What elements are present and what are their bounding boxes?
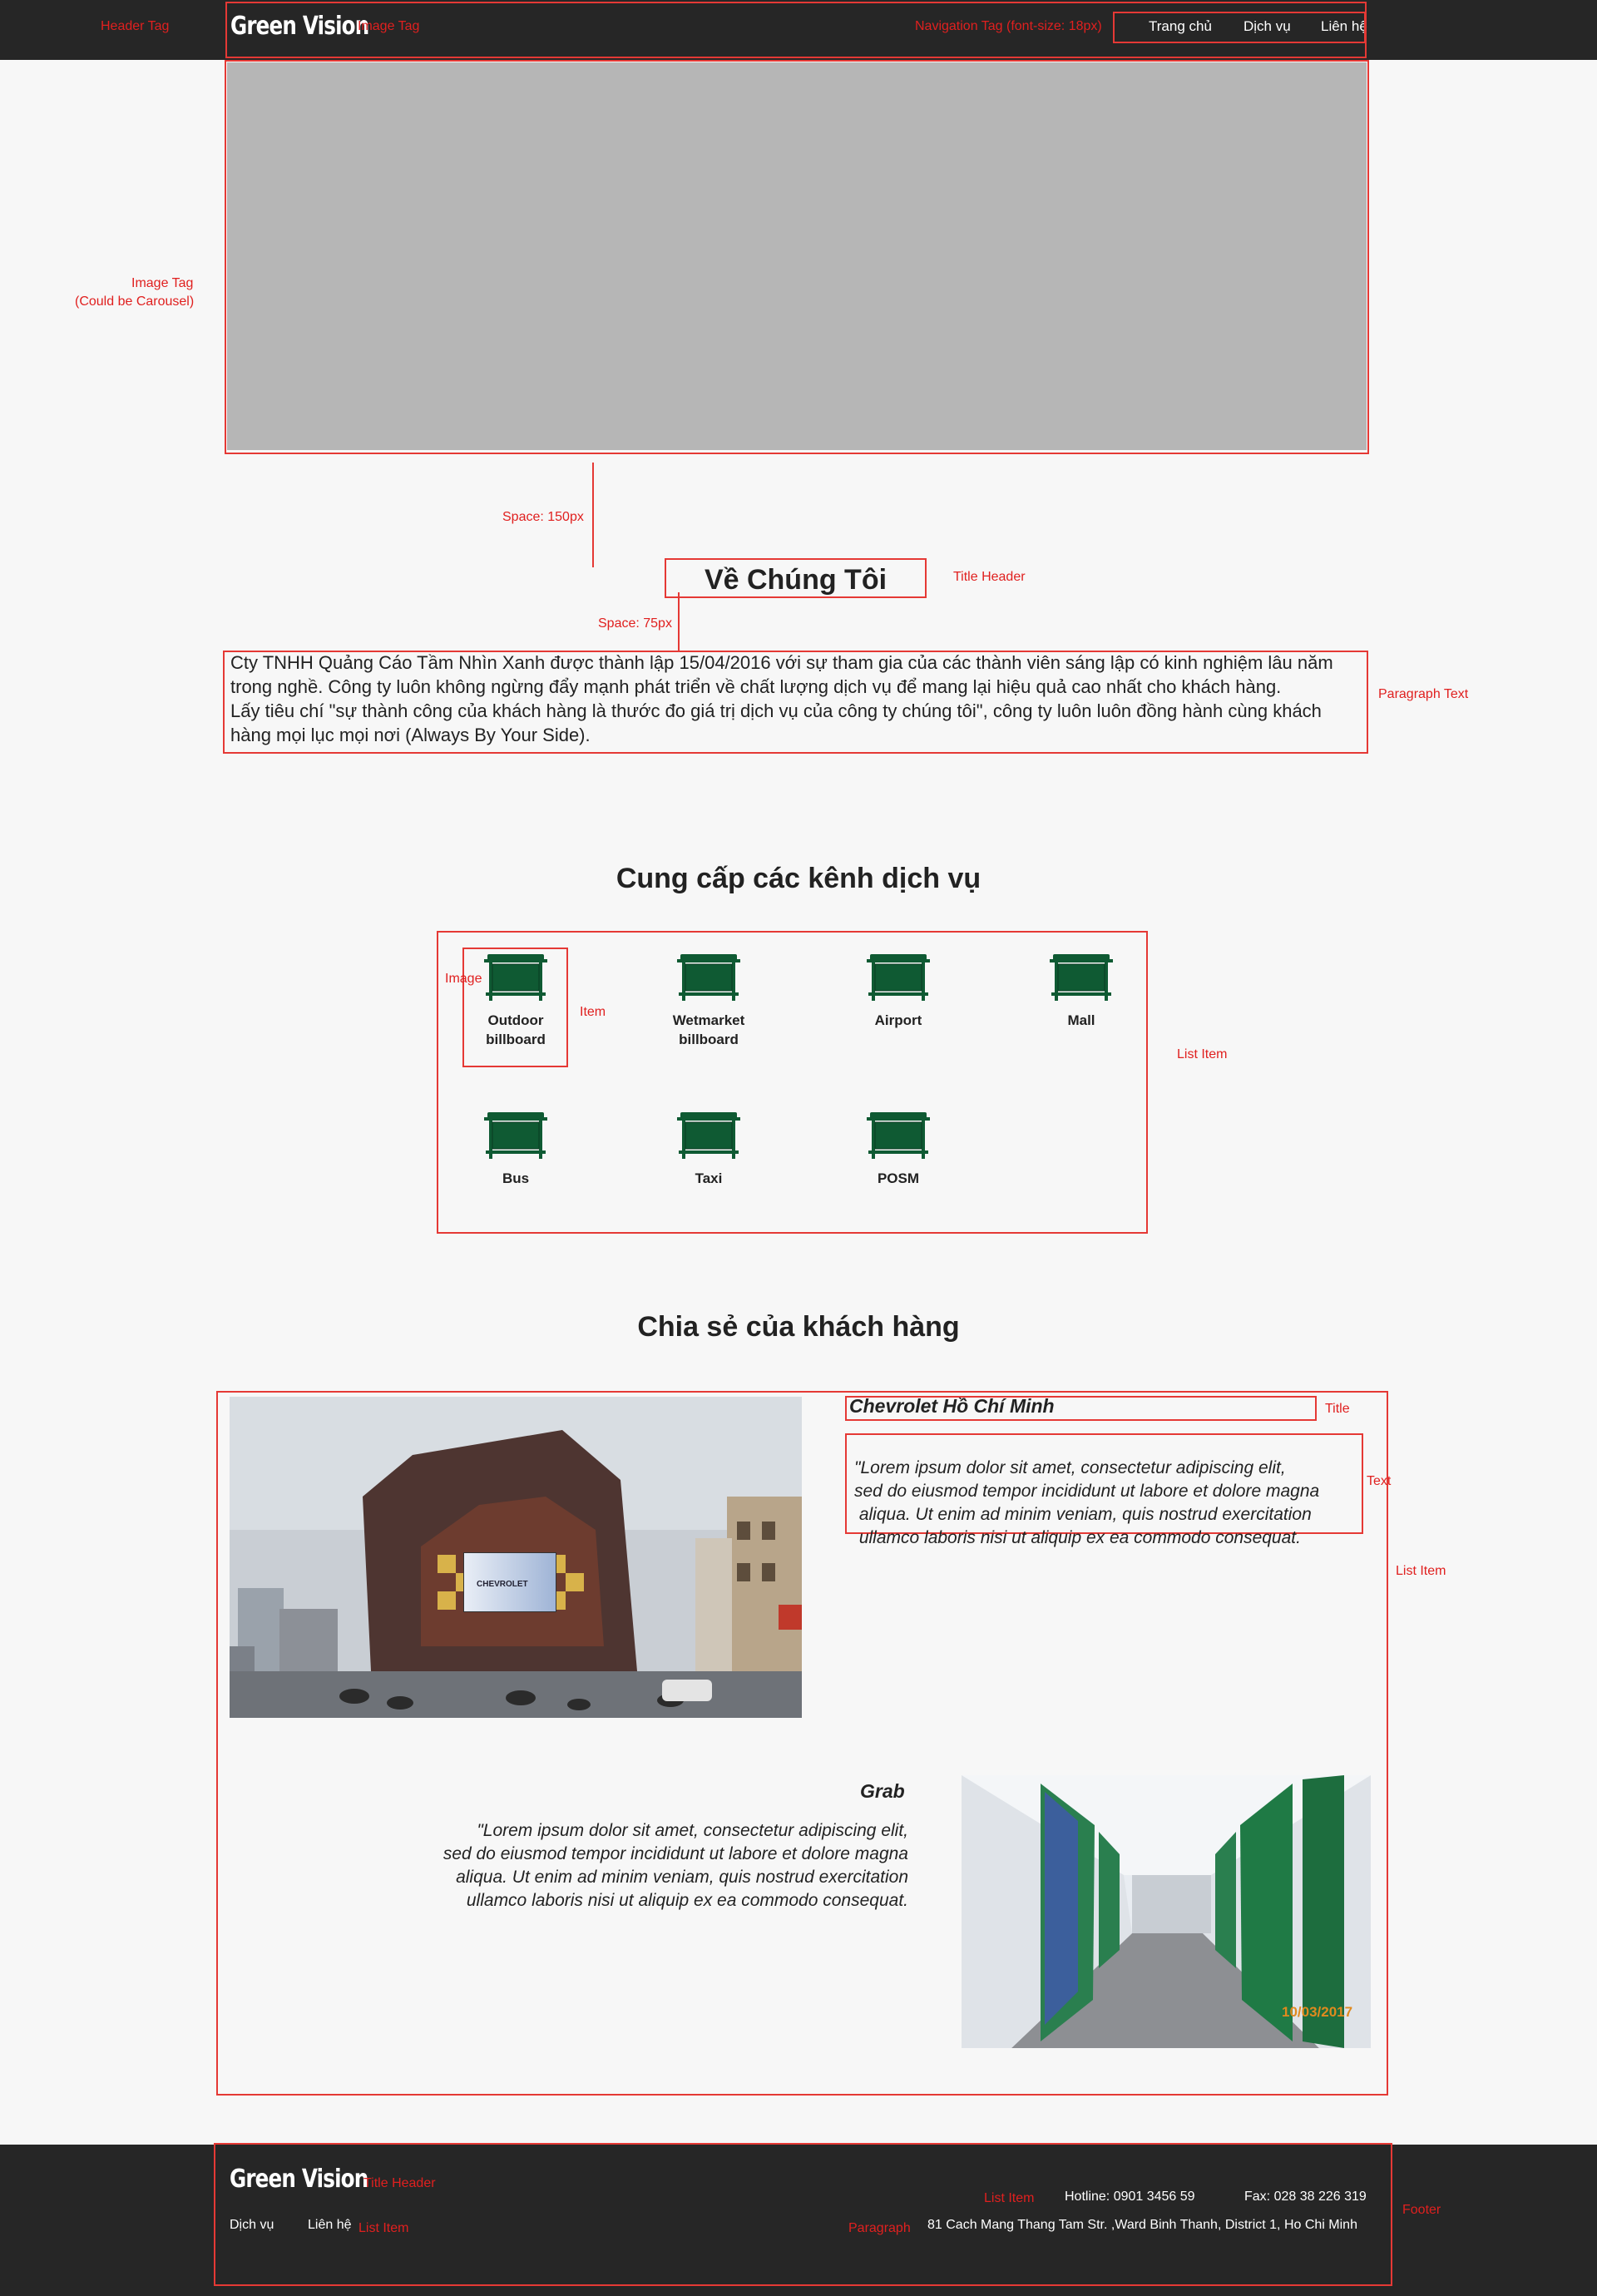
testimonial-text-line: sed do eiusmod tempor incididunt ut labo…	[854, 1482, 1320, 1501]
billboard-icon	[867, 1112, 930, 1159]
annotation-title-header: Title Header	[953, 570, 1026, 584]
annotation-paragraph-text: Paragraph Text	[1378, 687, 1469, 701]
annotation-footer-paragraph: Paragraph	[848, 2221, 911, 2235]
testimonial-text-line: ullamco laboris nisi ut aliquip ex ea co…	[466, 1891, 908, 1910]
annotation-footer-list-item-right: List Item	[984, 2191, 1035, 2205]
annotation-space-150: Space: 150px	[502, 510, 584, 524]
testimonial-image-grab: 10/03/2017	[962, 1775, 1371, 2048]
billboard-icon	[484, 954, 547, 1001]
billboard-icon	[677, 1112, 740, 1159]
service-item-label-line1: Wetmarket	[672, 1012, 745, 1028]
grab-image-date: 10/03/2017	[1282, 2004, 1352, 2020]
testimonial-title-grab: Grab	[860, 1780, 905, 1802]
service-item[interactable]: Mall	[1023, 951, 1140, 1030]
annotation-list-item: List Item	[1177, 1047, 1228, 1061]
service-item-label: Bus	[457, 1169, 574, 1188]
annotation-text: Text	[1367, 1474, 1392, 1488]
annotation-footer-list-item-left: List Item	[358, 2221, 409, 2235]
service-item-label: Taxi	[650, 1169, 767, 1188]
service-item-label-line1: Mall	[1067, 1012, 1095, 1028]
testimonial-text-line: aliqua. Ut enim ad minim veniam, quis no…	[854, 1505, 1312, 1524]
testimonial-title-chevrolet: Chevrolet Hồ Chí Minh	[849, 1395, 1055, 1417]
service-item-label: Outdoor billboard	[457, 1011, 574, 1049]
annotation-title: Title	[1325, 1402, 1350, 1416]
testimonial-text-line: "Lorem ipsum dolor sit amet, consectetur…	[854, 1458, 1286, 1477]
service-item-label: POSM	[840, 1169, 957, 1188]
service-item[interactable]: Airport	[840, 951, 957, 1030]
service-item-label-line2: billboard	[486, 1032, 546, 1047]
service-item-label: Mall	[1023, 1011, 1140, 1030]
billboard-icon	[484, 1112, 547, 1159]
service-item-label-line1: Airport	[874, 1012, 922, 1028]
annotation-hero-carousel: (Could be Carousel)	[75, 294, 195, 309]
testimonial-text-line: sed do eiusmod tempor incididunt ut labo…	[443, 1844, 908, 1863]
testimonial-text-grab: "Lorem ipsum dolor sit amet, consectetur…	[399, 1819, 908, 1913]
testimonial-image-chevrolet: CHEVROLET	[230, 1397, 802, 1718]
footer-outline	[214, 2143, 1392, 2286]
hero-outline	[225, 60, 1369, 454]
spacing-line-150	[592, 463, 594, 567]
testimonial-text-line: "Lorem ipsum dolor sit amet, consectetur…	[477, 1821, 908, 1840]
annotation-item: Item	[580, 1005, 606, 1019]
testimonial-text-line: aliqua. Ut enim ad minim veniam, quis no…	[456, 1868, 908, 1887]
spacing-line-75	[678, 592, 680, 652]
testimonials-title: Chia sẻ của khách hàng	[637, 1311, 960, 1343]
chevrolet-billboard-label: CHEVROLET	[477, 1580, 528, 1589]
service-item[interactable]: Bus	[457, 1109, 574, 1188]
billboard-icon	[677, 954, 740, 1001]
billboard-icon	[1050, 954, 1113, 1001]
about-paragraph-outline	[223, 651, 1368, 754]
testimonial-text-line: ullamco laboris nisi ut aliquip ex ea co…	[854, 1528, 1301, 1547]
service-item-label-line1: Taxi	[695, 1170, 723, 1186]
annotation-space-75: Space: 75px	[598, 616, 672, 631]
annotation-footer-title-header: Title Header	[363, 2176, 436, 2190]
testimonial-text-chevrolet: "Lorem ipsum dolor sit amet, consectetur…	[854, 1433, 1319, 1573]
billboard-icon	[867, 954, 930, 1001]
service-item-label: Airport	[840, 1011, 957, 1030]
annotation-header-tag: Header Tag	[101, 19, 170, 33]
service-item[interactable]: POSM	[840, 1109, 957, 1188]
service-item-label-line1: POSM	[877, 1170, 920, 1186]
annotation-nav-tag: Navigation Tag (font-size: 18px)	[915, 19, 1102, 33]
service-item-label-line1: Outdoor	[487, 1012, 544, 1028]
annotation-hero-image-tag: Image Tag	[131, 276, 194, 290]
service-item-label-line1: Bus	[502, 1170, 530, 1186]
annotation-image-tag: Image Tag	[358, 19, 420, 33]
service-item[interactable]: Outdoor billboard	[457, 951, 574, 1049]
nav-outline	[1113, 12, 1366, 43]
about-title: Về Chúng Tôi	[704, 564, 887, 596]
service-item-label-line2: billboard	[679, 1032, 739, 1047]
services-title: Cung cấp các kênh dịch vụ	[616, 863, 981, 894]
service-item[interactable]: Wetmarket billboard	[650, 951, 767, 1049]
annotation-testimonial-list-item: List Item	[1396, 1564, 1446, 1578]
service-item-label: Wetmarket billboard	[650, 1011, 767, 1049]
service-item[interactable]: Taxi	[650, 1109, 767, 1188]
annotation-footer: Footer	[1402, 2203, 1441, 2217]
